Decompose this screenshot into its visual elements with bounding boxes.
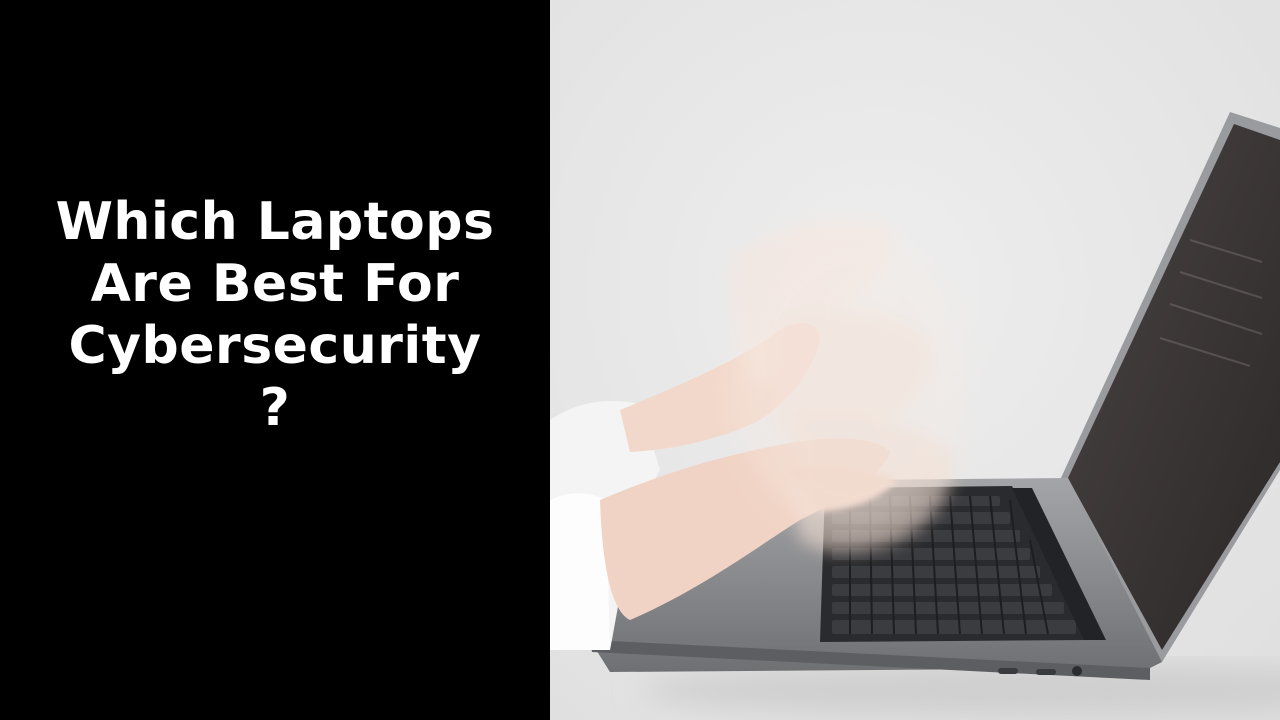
- headphone-jack: [1072, 666, 1082, 676]
- usb-c-port-1: [998, 668, 1018, 674]
- headline-line-2: Are Best For: [90, 254, 460, 314]
- laptop-typing-photo: [550, 0, 1280, 720]
- headline-line-3: Cybersecurity: [68, 316, 482, 376]
- slide-frame: Which Laptops Are Best For Cybersecurity…: [0, 0, 1280, 720]
- headline: Which Laptops Are Best For Cybersecurity…: [56, 191, 495, 439]
- headline-line-1: Which Laptops: [55, 192, 495, 252]
- motion-blur-haze: [730, 230, 970, 530]
- headline-line-4: ?: [259, 378, 291, 438]
- photo-illustration: [550, 0, 1280, 720]
- title-panel: Which Laptops Are Best For Cybersecurity…: [0, 0, 550, 720]
- usb-c-port-2: [1036, 669, 1056, 675]
